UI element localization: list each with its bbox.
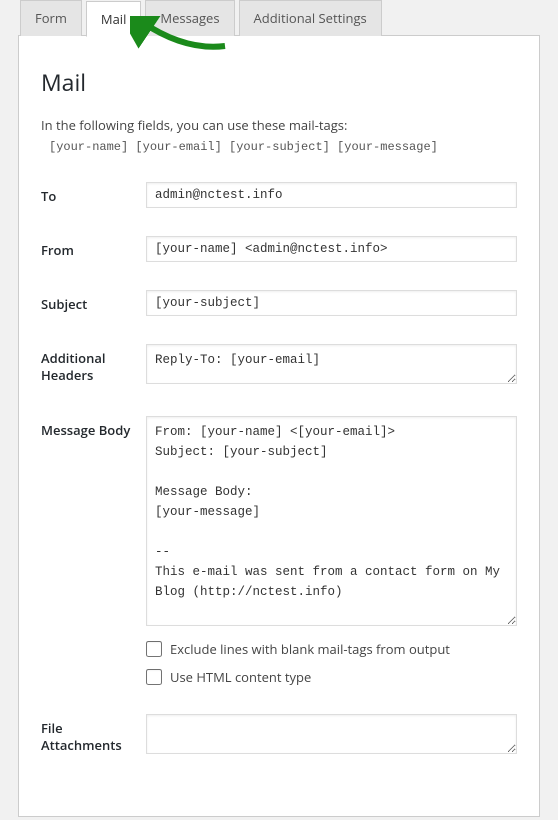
label-file-attachments: File Attachments — [41, 714, 146, 754]
message-body-input[interactable] — [146, 416, 517, 626]
label-subject: Subject — [41, 290, 146, 313]
tab-additional-settings[interactable]: Additional Settings — [239, 0, 382, 36]
exclude-blank-checkbox[interactable] — [146, 641, 162, 657]
from-input[interactable] — [146, 236, 517, 262]
tab-form[interactable]: Form — [20, 0, 82, 36]
tabs-bar: Form Mail Messages Additional Settings — [0, 0, 558, 36]
label-additional-headers: Additional Headers — [41, 344, 146, 384]
mailtags-desc: In the following fields, you can use the… — [41, 116, 517, 134]
label-message-body: Message Body — [41, 416, 146, 439]
mail-panel: Mail In the following fields, you can us… — [18, 35, 540, 817]
label-to: To — [41, 182, 146, 205]
subject-input[interactable] — [146, 290, 517, 316]
mailtags-list: [your-name] [your-email] [your-subject] … — [49, 140, 517, 154]
exclude-blank-label: Exclude lines with blank mail-tags from … — [170, 640, 450, 658]
to-input[interactable] — [146, 182, 517, 208]
section-title: Mail — [41, 66, 517, 98]
use-html-label: Use HTML content type — [170, 668, 311, 686]
tab-mail[interactable]: Mail — [86, 1, 141, 37]
tab-messages[interactable]: Messages — [145, 0, 234, 36]
file-attachments-input[interactable] — [146, 714, 517, 754]
use-html-checkbox[interactable] — [146, 669, 162, 685]
label-from: From — [41, 236, 146, 259]
additional-headers-input[interactable] — [146, 344, 517, 384]
